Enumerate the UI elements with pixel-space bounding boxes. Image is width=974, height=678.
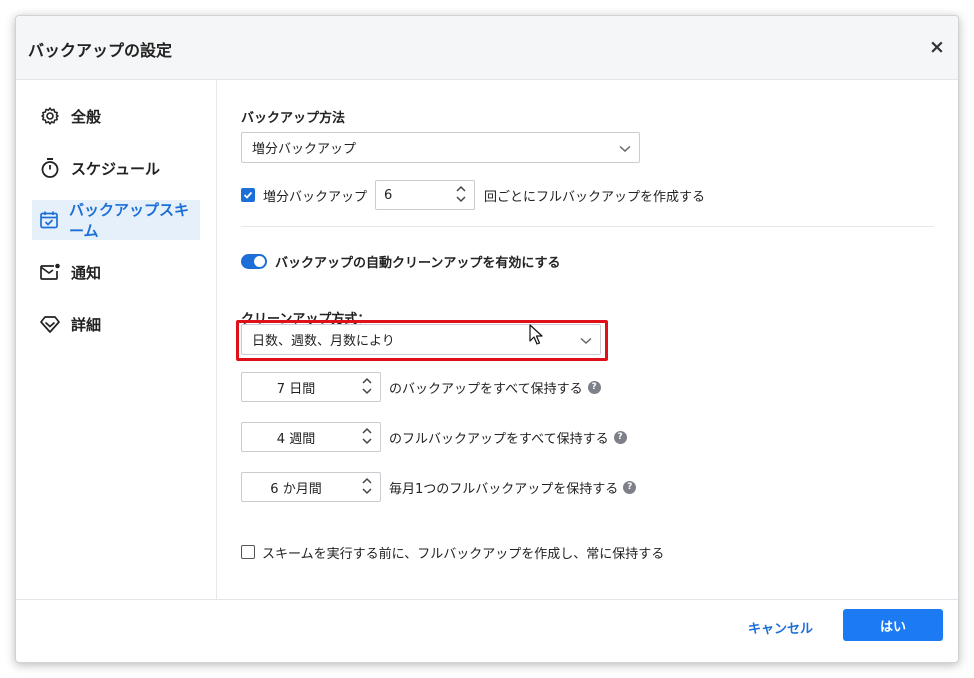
backup-method-select[interactable]: 増分バックアップ	[241, 132, 640, 163]
auto-cleanup-row: バックアップの自動クリーンアップを有効にする	[241, 252, 561, 271]
chevron-down-icon	[580, 334, 592, 349]
backup-method-value: 増分バックアップ	[252, 142, 357, 157]
stepper-arrows-icon[interactable]	[362, 427, 372, 445]
help-icon[interactable]: ?	[613, 430, 627, 444]
settings-main-panel: バックアップ方法 増分バックアップ 増分バックアップ 6 回ごとにフルバックアッ…	[217, 80, 958, 601]
incremental-count-stepper[interactable]: 6	[375, 180, 476, 210]
sidebar-item-general[interactable]: 全般	[32, 96, 200, 136]
ok-button[interactable]: はい	[843, 609, 943, 641]
settings-sidebar: 全般 スケジュール バックアップスキーム 通知 詳細	[16, 80, 217, 601]
gear-icon	[39, 105, 61, 127]
auto-cleanup-label: バックアップの自動クリーンアップを有効にする	[275, 255, 561, 271]
help-icon[interactable]: ?	[587, 380, 601, 394]
retention-weeks-value: 4 週間	[276, 431, 316, 447]
sidebar-item-label: 通知	[71, 263, 102, 282]
retention-days-label: のバックアップをすべて保持する	[389, 381, 583, 397]
stepper-arrows-icon[interactable]	[362, 377, 372, 395]
retention-days-row: 7 日間 のバックアップをすべて保持する ?	[241, 372, 601, 402]
sidebar-item-backup-scheme[interactable]: バックアップスキーム	[32, 200, 200, 240]
retention-days-stepper[interactable]: 7 日間	[241, 372, 381, 402]
dialog-title: バックアップの設定	[28, 41, 173, 60]
incremental-row: 増分バックアップ 6 回ごとにフルバックアップを作成する	[241, 180, 705, 210]
incremental-checkbox[interactable]	[241, 188, 255, 202]
dialog-titlebar: バックアップの設定 ×	[16, 16, 958, 80]
divider	[241, 226, 934, 227]
incremental-suffix: 回ごとにフルバックアップを作成する	[484, 189, 706, 205]
diamond-icon	[39, 313, 61, 335]
mouse-cursor-icon	[529, 324, 545, 350]
sidebar-item-label: スケジュール	[71, 159, 160, 178]
timer-icon	[39, 157, 61, 179]
stepper-arrows-icon[interactable]	[456, 185, 466, 203]
sidebar-item-label: バックアップスキーム	[69, 201, 190, 240]
auto-cleanup-toggle[interactable]	[241, 253, 267, 269]
cancel-button[interactable]: キャンセル	[748, 618, 813, 637]
retention-weeks-stepper[interactable]: 4 週間	[241, 422, 381, 452]
sidebar-item-notification[interactable]: 通知	[32, 252, 200, 292]
retention-months-row: 6 か月間 毎月1つのフルバックアップを保持する ?	[241, 472, 637, 502]
retention-months-value: 6 か月間	[270, 481, 322, 497]
chevron-down-icon	[619, 142, 631, 157]
calendar-check-icon	[39, 209, 59, 231]
retention-months-label: 毎月1つのフルバックアップを保持する	[389, 481, 619, 497]
retention-weeks-row: 4 週間 のフルバックアップをすべて保持する ?	[241, 422, 627, 452]
backup-settings-dialog: バックアップの設定 × 全般 スケジュール バックアップスキーム 通知 詳細 バ…	[15, 15, 959, 663]
backup-method-label: バックアップ方法	[241, 111, 346, 126]
sidebar-item-advanced[interactable]: 詳細	[32, 304, 200, 344]
incremental-label: 増分バックアップ	[263, 189, 368, 205]
keep-full-checkbox[interactable]	[241, 545, 255, 559]
sidebar-item-label: 詳細	[71, 315, 102, 334]
cleanup-method-select[interactable]: 日数、週数、月数により	[241, 324, 601, 355]
retention-weeks-label: のフルバックアップをすべて保持する	[389, 431, 609, 447]
keep-full-row: スキームを実行する前に、フルバックアップを作成し、常に保持する	[241, 543, 665, 562]
mail-icon	[39, 261, 61, 283]
keep-full-label: スキームを実行する前に、フルバックアップを作成し、常に保持する	[262, 546, 665, 562]
cleanup-method-value: 日数、週数、月数により	[252, 334, 395, 349]
retention-days-value: 7 日間	[276, 381, 316, 397]
incremental-count-value: 6	[384, 187, 393, 203]
dialog-footer: キャンセル はい	[16, 599, 958, 662]
help-icon[interactable]: ?	[623, 480, 637, 494]
sidebar-item-label: 全般	[71, 107, 102, 126]
retention-months-stepper[interactable]: 6 か月間	[241, 472, 381, 502]
close-icon[interactable]: ×	[926, 36, 948, 58]
sidebar-item-schedule[interactable]: スケジュール	[32, 148, 200, 188]
stepper-arrows-icon[interactable]	[362, 477, 372, 495]
